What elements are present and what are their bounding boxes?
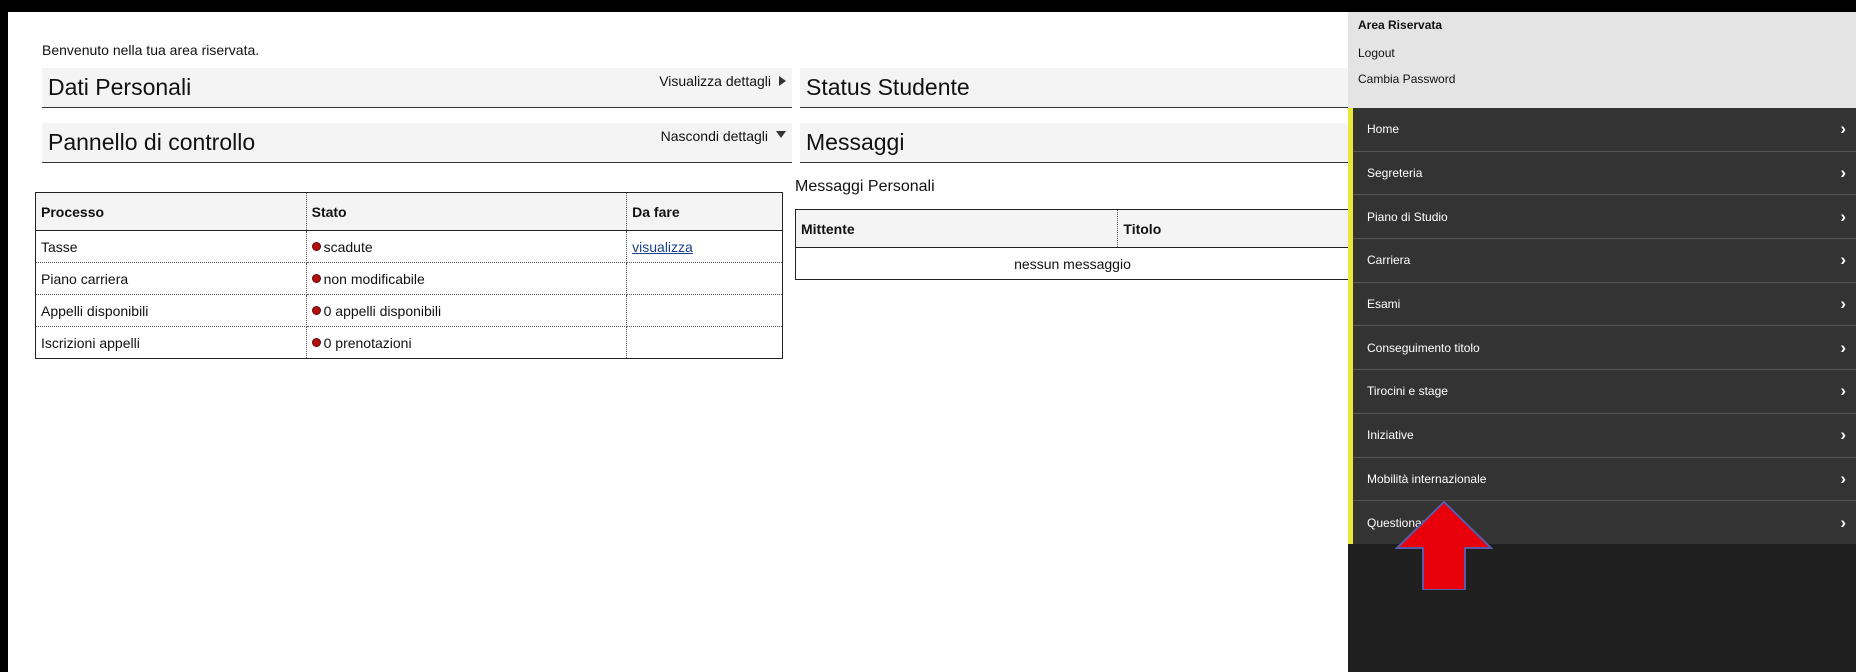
sidebar-item-conseguimento-titolo[interactable]: Conseguimento titolo › xyxy=(1353,326,1856,371)
stato-cell: non modificabile xyxy=(306,262,628,295)
visualizza-link[interactable]: visualizza xyxy=(632,239,693,255)
column-header: Mittente xyxy=(795,209,1119,248)
column-header: Titolo xyxy=(1117,209,1350,248)
processo-cell: Tasse xyxy=(35,230,307,263)
sidebar-item-label: Mobilità internazionale xyxy=(1367,471,1487,486)
toggle-label: Nascondi dettagli xyxy=(660,127,768,144)
table-row: Piano carriera non modificabile xyxy=(35,262,783,295)
chevron-right-icon: › xyxy=(1840,206,1846,226)
chevron-right-icon: › xyxy=(1840,425,1846,445)
red-dot-icon xyxy=(311,242,321,252)
chevron-right-icon: › xyxy=(1840,381,1846,401)
da-fare-cell xyxy=(627,327,783,359)
red-up-arrow xyxy=(1395,500,1493,590)
empty-message: nessun messaggio xyxy=(1014,255,1131,272)
sidebar-item-label: Esami xyxy=(1367,297,1401,312)
sidebar-item-label: Home xyxy=(1367,122,1400,137)
sidebar-item-label: Iniziative xyxy=(1367,428,1414,443)
sidebar-item-mobilita-internazionale[interactable]: Mobilità internazionale › xyxy=(1353,458,1856,502)
red-dot-icon xyxy=(311,274,321,284)
column-header: Processo xyxy=(35,192,307,231)
panel-status-studente: Status Studente xyxy=(800,68,1360,108)
table-row: Appelli disponibili 0 appelli disponibil… xyxy=(35,294,783,327)
da-fare-cell xyxy=(626,262,783,295)
show-details-toggle[interactable]: Visualizza dettagli xyxy=(659,73,786,89)
stato-text: non modificabile xyxy=(323,270,425,287)
messages-table: Mittente Titolo nessun messaggio xyxy=(795,209,1350,280)
chevron-right-icon: › xyxy=(1840,337,1846,357)
stato-text: 0 prenotazioni xyxy=(323,334,412,351)
da-fare-cell xyxy=(626,294,783,327)
chevron-right-icon: › xyxy=(1840,468,1846,488)
stato-text: scadute xyxy=(323,238,373,255)
process-table: Processo Stato Da fare Tasse scadute vis… xyxy=(35,192,783,359)
sidebar-item-label: Segreteria xyxy=(1367,166,1423,181)
stato-cell: 0 prenotazioni xyxy=(306,326,628,359)
sidebar-item-label: Tirocini e stage xyxy=(1367,384,1448,399)
triangle-right-icon xyxy=(779,75,786,86)
triangle-down-icon xyxy=(776,131,786,138)
sidebar-item-segreteria[interactable]: Segreteria › xyxy=(1353,152,1856,196)
stato-cell: 0 appelli disponibili xyxy=(306,294,628,327)
messaggi-personali-title: Messaggi Personali xyxy=(795,178,935,195)
browser-viewport: Benvenuto nella tua area riservata. Dati… xyxy=(8,12,1856,672)
change-password-link[interactable]: Cambia Password xyxy=(1358,72,1846,86)
panel-title: Status Studente xyxy=(806,74,970,100)
sidebar-item-tirocini-stage[interactable]: Tirocini e stage › xyxy=(1353,370,1856,414)
panel-title: Dati Personali xyxy=(48,74,192,100)
sidebar-item-esami[interactable]: Esami › xyxy=(1353,283,1856,327)
chevron-right-icon: › xyxy=(1840,163,1846,183)
sidebar-item-iniziative[interactable]: Iniziative › xyxy=(1353,414,1856,458)
welcome-text: Benvenuto nella tua area riservata. xyxy=(42,42,260,58)
table-row: Iscrizioni appelli 0 prenotazioni xyxy=(35,326,783,359)
logout-link[interactable]: Logout xyxy=(1358,46,1846,60)
table-header-row: Processo Stato Da fare xyxy=(35,192,783,231)
sidebar-item-home[interactable]: Home › xyxy=(1353,108,1856,152)
sidebar-menu: Home › Segreteria › Piano di Studio › Carri… xyxy=(1353,108,1856,545)
stato-cell: scadute xyxy=(306,230,628,263)
chevron-right-icon: › xyxy=(1840,512,1846,532)
column-header: Da fare xyxy=(626,192,783,231)
table-header-row: Mittente Titolo xyxy=(795,209,1350,248)
sidebar-account-box: Area Riservata Logout Cambia Password xyxy=(1348,12,1856,108)
chevron-right-icon: › xyxy=(1840,250,1846,270)
hide-details-toggle[interactable]: Nascondi dettagli xyxy=(661,128,786,144)
panel-pannello-controllo: Pannello di controllo Nascondi dettagli xyxy=(42,123,792,163)
column-header: Stato xyxy=(306,192,628,231)
red-dot-icon xyxy=(311,338,321,348)
panel-dati-personali: Dati Personali Visualizza dettagli xyxy=(42,68,792,108)
panel-messaggi: Messaggi xyxy=(800,123,1360,163)
area-riservata-header: Area Riservata xyxy=(1358,18,1443,32)
processo-cell: Appelli disponibili xyxy=(35,294,307,327)
red-dot-icon xyxy=(311,306,321,316)
chevron-right-icon: › xyxy=(1840,119,1846,139)
panel-title: Messaggi xyxy=(806,129,905,155)
panel-title: Pannello di controllo xyxy=(48,129,256,155)
processo-cell: Piano carriera xyxy=(35,262,307,295)
stato-text: 0 appelli disponibili xyxy=(323,302,442,319)
sidebar-item-label: Piano di Studio xyxy=(1367,209,1448,224)
processo-cell: Iscrizioni appelli xyxy=(35,326,307,359)
da-fare-cell: visualizza xyxy=(626,230,783,263)
table-row: Tasse scadute visualizza xyxy=(35,230,783,263)
sidebar-item-label: Conseguimento titolo xyxy=(1367,340,1480,355)
sidebar-item-label: Carriera xyxy=(1367,253,1411,268)
sidebar-item-piano-di-studio[interactable]: Piano di Studio › xyxy=(1353,195,1856,240)
table-row: nessun messaggio xyxy=(796,248,1350,280)
sidebar-item-carriera[interactable]: Carriera › xyxy=(1353,239,1856,283)
toggle-label: Visualizza dettagli xyxy=(659,72,771,89)
chevron-right-icon: › xyxy=(1840,294,1846,314)
